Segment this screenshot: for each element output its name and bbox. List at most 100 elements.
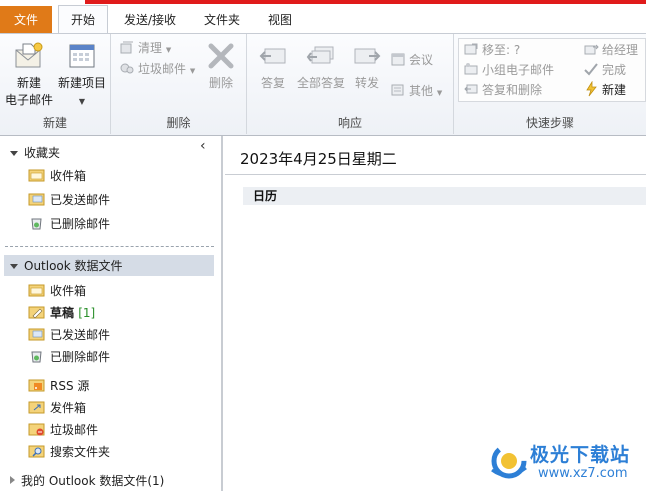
folder-rss[interactable]: RSS 源 <box>28 376 89 396</box>
account-header[interactable]: Outlook 数据文件 <box>0 256 123 276</box>
folder-sent-label: 已发送邮件 <box>50 328 111 342</box>
folder-outbox[interactable]: 发件箱 <box>28 398 86 418</box>
new-email-label-2: 电子邮件 <box>4 93 53 107</box>
folder-deleted[interactable]: 已删除邮件 <box>28 347 110 367</box>
favorites-header[interactable]: 收藏夹 <box>0 143 60 163</box>
new-items-dropdown-icon: ▼ <box>78 97 86 106</box>
favorite-inbox[interactable]: 收件箱 <box>28 166 86 186</box>
to-manager-icon <box>584 44 599 55</box>
more-respond-icon <box>391 84 404 96</box>
favorites-label: 收藏夹 <box>24 146 61 160</box>
reply-all-button[interactable]: 全部答复 <box>293 40 349 92</box>
outbox-folder-icon <box>28 401 45 414</box>
tab-file[interactable]: 文件 <box>0 6 52 34</box>
group-new-label: 新建 <box>42 116 67 130</box>
favorite-deleted[interactable]: 已删除邮件 <box>28 214 110 234</box>
delete-button[interactable]: 删除 <box>201 40 241 92</box>
inbox-folder-icon <box>28 169 45 182</box>
watermark-title: 极光下载站 <box>530 444 631 466</box>
favorite-sent[interactable]: 已发送邮件 <box>28 190 110 210</box>
quickstep-create-new[interactable]: 新建 <box>583 80 626 100</box>
new-email-button[interactable]: 新建 电子邮件 <box>3 40 55 109</box>
sent-folder-icon <box>28 193 45 206</box>
folder-drafts[interactable]: 草稿 [1] <box>28 303 95 323</box>
reply-button[interactable]: 答复 <box>253 40 293 92</box>
done-label: 完成 <box>602 63 627 77</box>
junk-label: 垃圾邮件 <box>138 62 187 76</box>
favorite-deleted-label: 已删除邮件 <box>50 217 111 231</box>
meeting-icon <box>391 53 405 66</box>
more-respond-button[interactable]: 其他 ▼ <box>390 81 442 101</box>
favorite-sent-label: 已发送邮件 <box>50 193 111 207</box>
delete-x-icon <box>208 43 234 69</box>
create-new-label: 新建 <box>602 83 627 97</box>
date-heading-divider <box>225 174 646 175</box>
meeting-label: 会议 <box>409 53 434 67</box>
group-respond: 答复 全部答复 转发 会议 其他 ▼ 响应 <box>247 34 454 134</box>
lightning-new-icon <box>586 81 597 97</box>
quickstep-move-to[interactable]: 移至: ? <box>463 40 520 60</box>
tab-home[interactable]: 开始 <box>58 5 108 34</box>
tab-folder[interactable]: 文件夹 <box>196 8 248 32</box>
drafts-folder-icon <box>28 306 45 319</box>
other-account-header[interactable]: 我的 Outlook 数据文件(1) <box>0 471 164 491</box>
watermark-swirl-icon <box>491 443 527 479</box>
reply-icon <box>259 48 286 64</box>
account-label: Outlook 数据文件 <box>24 259 123 273</box>
junk-dropdown-icon: ▼ <box>189 67 196 75</box>
calendar-section-header[interactable]: 日历 <box>243 187 646 205</box>
ribbon: 新建 电子邮件 新建项目 ▼ 新建 清理 ▼ 垃圾邮件 ▼ 删除 删除 答复 全… <box>0 33 646 136</box>
folder-drafts-label: 草稿 <box>50 306 75 320</box>
move-to-label: 移至: ? <box>482 43 521 57</box>
quickstep-reply-delete[interactable]: 答复和删除 <box>463 80 542 100</box>
date-heading: 2023年4月25日星期二 <box>240 150 397 168</box>
new-email-icon <box>15 42 43 68</box>
ribbon-tab-bar: 文件 开始 发送/接收 文件夹 视图 <box>0 0 646 34</box>
quickstep-done[interactable]: 完成 <box>583 60 626 80</box>
reply-delete-label: 答复和删除 <box>482 83 543 97</box>
delete-label: 删除 <box>208 76 233 90</box>
meeting-button[interactable]: 会议 <box>390 50 433 70</box>
sent-folder-icon <box>28 328 45 341</box>
collapsed-triangle-icon <box>10 476 15 484</box>
junk-icon <box>120 63 134 74</box>
forward-label: 转发 <box>354 76 379 90</box>
other-account-label: 我的 Outlook 数据文件(1) <box>21 474 165 488</box>
group-quick-steps-label: 快速步骤 <box>525 116 574 130</box>
new-items-icon <box>69 44 95 68</box>
new-email-label-1: 新建 <box>16 76 41 90</box>
quickstep-team-email[interactable]: 小组电子邮件 <box>463 60 554 80</box>
forward-button[interactable]: 转发 <box>349 40 385 92</box>
tab-view[interactable]: 视图 <box>256 8 304 32</box>
to-manager-label: 给经理 <box>602 43 639 57</box>
quick-steps-gallery: 移至: ? 小组电子邮件 答复和删除 给经理 完成 新建 <box>458 38 646 102</box>
favorite-inbox-label: 收件箱 <box>50 169 87 183</box>
calendar-section-label: 日历 <box>253 189 278 203</box>
more-respond-dropdown-icon: ▼ <box>436 89 443 97</box>
search-folder-icon <box>28 445 45 458</box>
group-respond-label: 响应 <box>337 116 362 130</box>
quickstep-to-manager[interactable]: 给经理 <box>583 40 638 60</box>
reply-all-label: 全部答复 <box>296 76 345 90</box>
reply-all-icon <box>306 46 334 64</box>
group-new: 新建 电子邮件 新建项目 ▼ 新建 <box>0 34 111 134</box>
expand-triangle-icon <box>10 151 18 156</box>
inbox-folder-icon <box>28 284 45 297</box>
group-delete: 清理 ▼ 垃圾邮件 ▼ 删除 删除 <box>111 34 247 134</box>
navigation-pane: ‹ 收藏夹 收件箱 已发送邮件 已删除邮件 Outlook 数据文件 收件箱 草… <box>0 136 222 491</box>
folder-search[interactable]: 搜索文件夹 <box>28 442 110 462</box>
rss-folder-icon <box>28 379 45 392</box>
tab-send-receive[interactable]: 发送/接收 <box>113 8 187 32</box>
move-to-icon <box>464 43 478 55</box>
collapse-nav-button[interactable]: ‹ <box>200 138 206 154</box>
expand-triangle-icon <box>10 264 18 269</box>
more-respond-label: 其他 <box>409 84 434 98</box>
junk-folder-icon <box>28 423 45 436</box>
junk-button[interactable]: 垃圾邮件 ▼ <box>119 59 195 79</box>
new-items-button[interactable]: 新建项目 ▼ <box>55 40 109 110</box>
folder-inbox[interactable]: 收件箱 <box>28 281 86 301</box>
folder-junk[interactable]: 垃圾邮件 <box>28 420 98 440</box>
drafts-count-badge: [1] <box>78 306 96 320</box>
clean-up-button[interactable]: 清理 ▼ <box>119 38 171 58</box>
folder-sent[interactable]: 已发送邮件 <box>28 325 110 345</box>
